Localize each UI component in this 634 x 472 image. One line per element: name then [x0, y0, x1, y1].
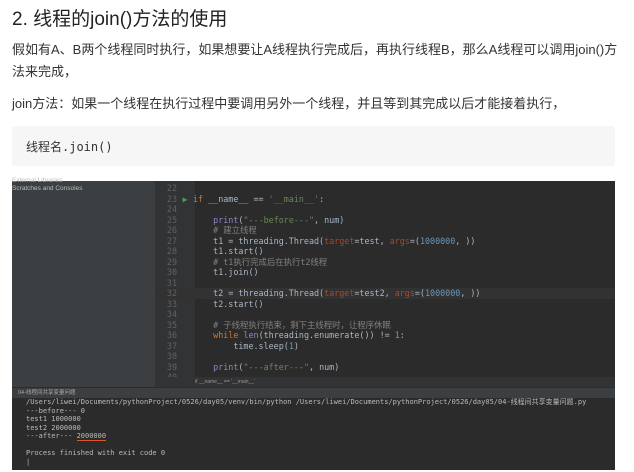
- console-line: ---after--- 2000000: [12, 432, 615, 441]
- line-number: 25: [166, 214, 177, 225]
- code-line: 24: [155, 204, 615, 215]
- line-number: 37: [166, 340, 177, 351]
- line-number: 33: [166, 298, 177, 309]
- breadcrumb: if __name__ == '__main__': [155, 377, 615, 387]
- line-number: 30: [166, 267, 177, 277]
- code-token: 1000000: [424, 288, 461, 298]
- code-token: =test,: [354, 235, 390, 246]
- code-token: t1 = threading.Thread(: [193, 235, 325, 246]
- line-number: 28: [166, 246, 177, 256]
- console-line: test2 2000000: [26, 423, 81, 432]
- code-token: t2 = threading.Thread(: [193, 288, 325, 298]
- paragraph-1: 假如有A、B两个线程同时执行，如果想要让A线程执行完成后，再执行线程B，那么A线…: [12, 42, 618, 79]
- code-token: "---after---": [243, 361, 309, 372]
- section-title: 2. 线程的join()方法的使用: [12, 9, 228, 30]
- code-token: :: [399, 330, 405, 340]
- after-value: 2000000: [76, 432, 107, 441]
- project-item: External Libraries: [12, 177, 63, 184]
- code-token: # t1执行完成后在执行t2线程: [193, 256, 328, 267]
- code-token: , )): [455, 235, 476, 246]
- line-number: 38: [166, 351, 177, 361]
- code-token: print: [213, 361, 239, 372]
- code-token: print: [213, 214, 239, 225]
- line-number: 26: [166, 225, 177, 235]
- code-line: 32 t2 = threading.Thread(target=test2, a…: [155, 288, 615, 299]
- cursor: |: [26, 457, 31, 466]
- code-line: 37 time.sleep(1): [155, 341, 615, 352]
- code-token: 1000000: [419, 235, 456, 246]
- project-item: Scratches and Consoles: [12, 185, 83, 192]
- code-editor: 22 23 ▶ if __name__ == '__main__': 24 25 prin…: [155, 183, 615, 383]
- code-token: time.sleep(: [193, 340, 289, 351]
- code-line: 22: [155, 183, 615, 194]
- code-token: t1.start(): [193, 246, 264, 256]
- code-token: t1.join(): [193, 267, 259, 277]
- code-token: :: [319, 193, 325, 204]
- code-line: 31: [155, 278, 615, 289]
- line-number: 35: [166, 319, 177, 330]
- code-token: =(: [414, 288, 425, 298]
- paragraph-2: join方法：如果一个线程在执行过程中要调用另外一个线程，并且等到其完成以后才能…: [12, 96, 566, 111]
- line-number: 34: [166, 309, 177, 319]
- line-number: 22: [166, 183, 177, 193]
- code-line: 30 t1.join(): [155, 267, 615, 278]
- after-label: ---after---: [26, 432, 77, 440]
- code-token: ): [293, 340, 299, 351]
- code-snippet: 线程名.join(): [26, 140, 113, 154]
- code-line: 25 print("---before---", num): [155, 215, 615, 226]
- line-number: 23: [166, 193, 177, 204]
- project-panel: External Libraries Scratches and Console…: [12, 177, 155, 387]
- code-token: =(: [409, 235, 420, 246]
- code-token: '__main__': [268, 193, 320, 204]
- console-line: test1 1000000: [26, 415, 81, 423]
- line-number: 24: [166, 204, 177, 214]
- code-token: , num): [314, 214, 345, 225]
- code-line: 27 t1 = threading.Thread(target=test, ar…: [155, 236, 615, 247]
- code-line: 34: [155, 309, 615, 320]
- code-line: 33 t2.start(): [155, 299, 615, 310]
- line-number: 29: [166, 256, 177, 267]
- line-number: 39: [166, 361, 177, 372]
- code-token: "---before---": [243, 214, 315, 225]
- code-token: t2.start(): [193, 298, 264, 309]
- console-tab[interactable]: 04-线程间共享变量问题: [12, 389, 615, 398]
- code-token: =test2,: [354, 288, 395, 298]
- line-number: 27: [166, 235, 177, 246]
- code-token: (threading.enumerate()) !=: [258, 330, 395, 340]
- run-icon[interactable]: ▶: [177, 194, 193, 205]
- code-token: # 子线程执行结束，剩下主线程时，让程序休眠: [193, 319, 391, 330]
- code-token: # 建立线程: [193, 225, 257, 235]
- code-token: len: [243, 330, 259, 340]
- line-number: 32: [166, 288, 177, 298]
- code-token: __name__ ==: [208, 193, 269, 204]
- code-line: 35 # 子线程执行结束，剩下主线程时，让程序休眠: [155, 320, 615, 331]
- code-line: 38: [155, 351, 615, 362]
- code-token: target: [324, 288, 355, 298]
- code-block: 线程名.join(): [12, 126, 615, 166]
- code-line: 26 # 建立线程: [155, 225, 615, 236]
- code-token: args: [389, 235, 410, 246]
- console-line: ---before--- 0: [26, 406, 86, 415]
- line-number: 31: [166, 277, 177, 288]
- code-token: while: [213, 330, 244, 340]
- code-token: target: [324, 235, 355, 246]
- console-blank: [12, 441, 615, 450]
- line-number: 36: [166, 330, 177, 340]
- code-token: , )): [460, 288, 481, 298]
- finish-line: Process finished with exit code 0: [26, 449, 166, 457]
- console-line: /Users/liwei/Documents/pythonProject/052…: [26, 398, 587, 406]
- code-token: if: [193, 193, 209, 204]
- code-line: 36 while len(threading.enumerate()) != 1…: [155, 330, 615, 341]
- code-line: 23 ▶ if __name__ == '__main__':: [155, 194, 615, 205]
- code-token: , num): [309, 361, 340, 372]
- code-token: args: [394, 288, 415, 298]
- console: 04-线程间共享变量问题 /Users/liwei/Documents/pyth…: [12, 388, 615, 470]
- code-line: 28 t1.start(): [155, 246, 615, 257]
- code-line: 29 # t1执行完成后在执行t2线程: [155, 257, 615, 268]
- code-line: 39 print("---after---", num): [155, 362, 615, 373]
- ide-screenshot: External Libraries Scratches and Console…: [12, 177, 615, 470]
